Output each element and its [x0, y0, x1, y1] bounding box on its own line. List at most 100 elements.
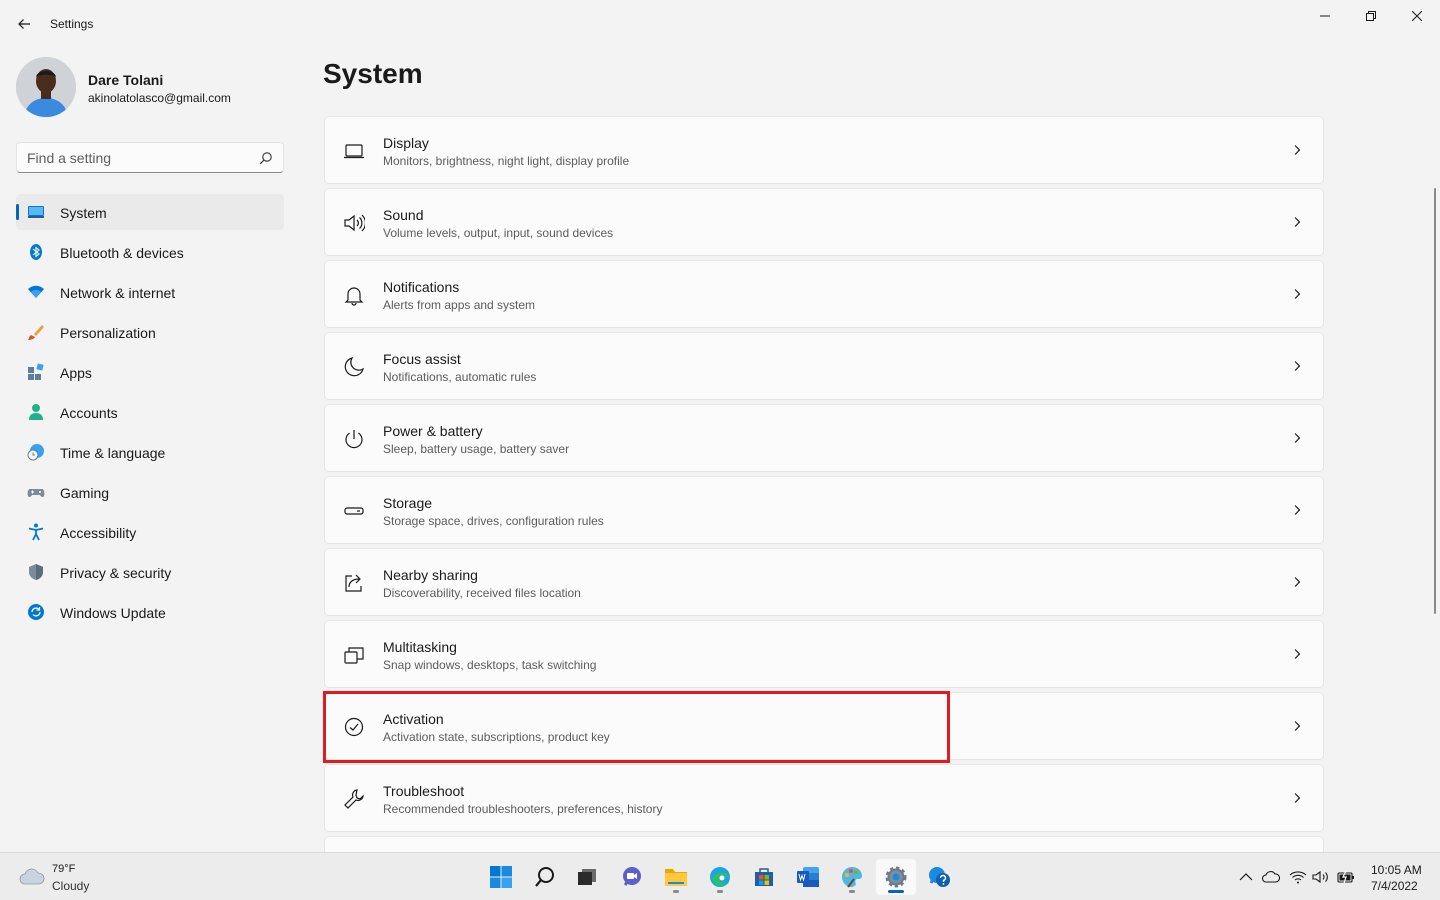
close-icon — [1412, 11, 1422, 21]
setting-power-battery[interactable]: Power & battery Sleep, battery usage, ba… — [324, 404, 1324, 472]
user-name: Dare Tolani — [88, 72, 164, 88]
onedrive-cloud-icon[interactable] — [1262, 869, 1280, 885]
taskbar-start-button[interactable] — [481, 859, 521, 895]
search-box[interactable] — [16, 142, 284, 173]
taskbar-teams-chat[interactable] — [612, 859, 652, 895]
taskbar-word[interactable] — [788, 859, 828, 895]
monitor-icon — [343, 140, 365, 162]
weather-temp: 79°F — [52, 863, 76, 875]
setting-subtitle: Monitors, brightness, night light, displ… — [383, 154, 630, 168]
sidebar-item-label: Accounts — [60, 405, 118, 421]
sidebar-item-bluetooth-devices[interactable]: Bluetooth & devices — [16, 234, 284, 270]
sidebar-item-network-internet[interactable]: Network & internet — [16, 274, 284, 310]
avatar[interactable] — [16, 57, 76, 117]
restore-icon — [1366, 11, 1376, 21]
setting-title: Troubleshoot — [383, 783, 465, 799]
setting-subtitle: Activation state, subscriptions, product… — [383, 730, 610, 744]
clock-date[interactable]: 7/4/2022 — [1371, 879, 1418, 893]
chevron-right-icon — [1294, 721, 1301, 731]
sidebar-item-system[interactable]: System — [16, 194, 284, 230]
close-button[interactable] — [1394, 0, 1440, 32]
setting-multitasking[interactable]: Multitasking Snap windows, desktops, tas… — [324, 620, 1324, 688]
arrow-left-icon — [18, 19, 30, 29]
search-icon[interactable] — [259, 151, 273, 165]
setting-nearby-sharing[interactable]: Nearby sharing Discoverability, received… — [324, 548, 1324, 616]
sidebar-item-gaming[interactable]: Gaming — [16, 474, 284, 510]
gear-icon — [885, 866, 907, 888]
clock-time[interactable]: 10:05 AM — [1371, 863, 1422, 877]
sidebar-item-time-language[interactable]: Time & language — [16, 434, 284, 470]
setting-subtitle: Volume levels, output, input, sound devi… — [383, 226, 614, 240]
setting-focus-assist[interactable]: Focus assist Notifications, automatic ru… — [324, 332, 1324, 400]
settings-list: Display Monitors, brightness, night ligh… — [324, 116, 1324, 852]
taskbar-edge[interactable] — [700, 859, 740, 895]
minimize-button[interactable] — [1302, 0, 1348, 32]
setting-subtitle: Storage space, drives, configuration rul… — [383, 514, 604, 528]
wrench-icon — [343, 788, 365, 810]
setting-subtitle: Snap windows, desktops, task switching — [383, 658, 597, 672]
task-view-icon — [578, 869, 596, 885]
search-input[interactable] — [27, 149, 247, 167]
setting-subtitle: Recommended troubleshooters, preferences… — [383, 802, 663, 816]
wifi-icon[interactable] — [1289, 869, 1307, 885]
chevron-right-icon — [1294, 793, 1301, 803]
back-button[interactable] — [10, 10, 38, 38]
speaker-icon — [343, 212, 365, 234]
taskbar-paint[interactable] — [832, 859, 872, 895]
sidebar-item-accounts[interactable]: Accounts — [16, 394, 284, 430]
setting-notifications[interactable]: Notifications Alerts from apps and syste… — [324, 260, 1324, 328]
accessibility-icon — [27, 523, 45, 541]
chevron-right-icon — [1294, 505, 1301, 515]
setting-subtitle: Sleep, battery usage, battery saver — [383, 442, 570, 456]
setting-sound[interactable]: Sound Volume levels, output, input, soun… — [324, 188, 1324, 256]
setting-title: Sound — [383, 207, 424, 223]
battery-charging-icon[interactable] — [1337, 869, 1355, 885]
setting-next-partial[interactable] — [324, 836, 1324, 852]
sidebar-item-personalization[interactable]: Personalization — [16, 314, 284, 350]
search-icon — [535, 867, 554, 887]
setting-activation[interactable]: Activation Activation state, subscriptio… — [324, 692, 1324, 760]
chevron-up-icon[interactable] — [1237, 869, 1255, 885]
running-indicator — [673, 890, 679, 893]
taskbar-task-view[interactable] — [567, 859, 607, 895]
setting-subtitle: Alerts from apps and system — [383, 298, 536, 312]
sidebar-item-label: Personalization — [60, 325, 156, 341]
setting-troubleshoot[interactable]: Troubleshoot Recommended troubleshooters… — [324, 764, 1324, 832]
sidebar-item-label: Time & language — [60, 445, 166, 461]
system-icon — [27, 203, 45, 221]
taskbar-store[interactable] — [744, 859, 784, 895]
volume-icon[interactable] — [1312, 869, 1330, 885]
help-chat-icon — [929, 867, 950, 887]
windows-stack-icon — [343, 644, 365, 666]
taskbar-search-button[interactable] — [525, 859, 565, 895]
chevron-right-icon — [1294, 649, 1301, 659]
sidebar-item-label: Apps — [60, 365, 92, 381]
sidebar-item-privacy-security[interactable]: Privacy & security — [16, 554, 284, 590]
scrollbar[interactable] — [1434, 188, 1436, 614]
taskbar-get-help[interactable] — [920, 859, 960, 895]
sidebar-item-label: Bluetooth & devices — [60, 245, 184, 261]
store-bag-icon — [755, 868, 773, 886]
bluetooth-icon — [27, 243, 45, 261]
sidebar-item-accessibility[interactable]: Accessibility — [16, 514, 284, 550]
sidebar-item-label: Privacy & security — [60, 565, 172, 581]
sidebar-item-windows-update[interactable]: Windows Update — [16, 594, 284, 630]
drive-icon — [343, 500, 365, 522]
taskbar-settings[interactable] — [876, 859, 916, 895]
running-indicator — [849, 890, 855, 893]
power-icon — [343, 428, 365, 450]
restore-button[interactable] — [1348, 0, 1394, 32]
check-circle-icon — [343, 716, 365, 738]
taskbar-file-explorer[interactable] — [656, 859, 696, 895]
bell-icon — [343, 284, 365, 306]
wifi-icon — [27, 283, 45, 301]
chevron-right-icon — [1294, 361, 1301, 371]
setting-storage[interactable]: Storage Storage space, drives, configura… — [324, 476, 1324, 544]
sidebar-item-label: Gaming — [60, 485, 110, 501]
setting-title: Nearby sharing — [383, 567, 478, 583]
setting-title: Display — [383, 135, 429, 151]
setting-title: Notifications — [383, 279, 460, 295]
sidebar-item-apps[interactable]: Apps — [16, 354, 284, 390]
setting-display[interactable]: Display Monitors, brightness, night ligh… — [324, 116, 1324, 184]
setting-title: Power & battery — [383, 423, 483, 439]
